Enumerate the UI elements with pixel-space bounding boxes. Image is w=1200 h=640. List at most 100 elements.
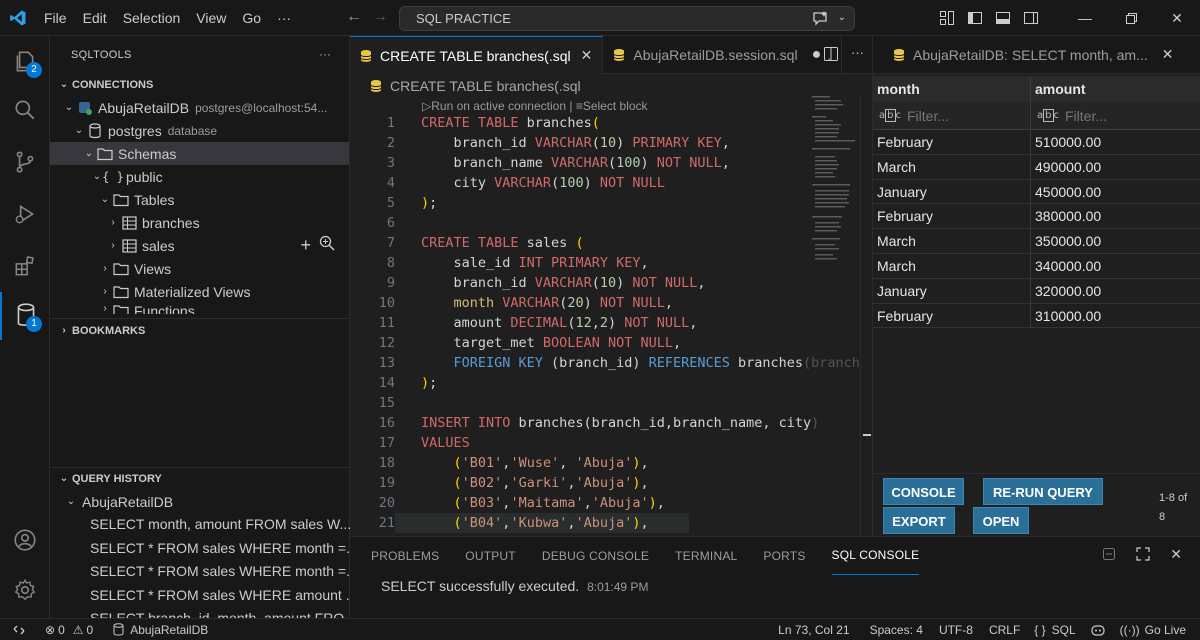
back-arrow-icon[interactable]: ← [346, 8, 362, 26]
table-item-sales[interactable]: › sales + [50, 234, 349, 257]
menu-file[interactable]: File [36, 0, 75, 36]
go-live-button[interactable]: ((·)) Go Live [1113, 619, 1200, 640]
breadcrumb[interactable]: CREATE TABLE branches(.sql [350, 74, 872, 98]
explorer-icon[interactable]: 2 [0, 38, 50, 86]
remote-icon[interactable] [0, 619, 38, 640]
database-item[interactable]: ⌄ postgres database [50, 119, 349, 142]
tab-ports[interactable]: PORTS [763, 537, 805, 575]
toggle-primary-sidebar-icon[interactable] [962, 5, 988, 31]
code-editor[interactable]: 1 CREATE TABLE branches( 2 branch_id VARC… [350, 113, 860, 533]
query-history-header[interactable]: ⌄ QUERY HISTORY [50, 468, 350, 490]
close-tab-icon[interactable]: ✕ [581, 47, 593, 64]
functions-item[interactable]: › Functions [50, 303, 349, 314]
zoom-in-icon[interactable] [319, 235, 335, 255]
column-header-amount[interactable]: amount [1031, 76, 1200, 102]
db-badge: 1 [26, 316, 42, 332]
open-button[interactable]: OPEN [973, 507, 1029, 534]
copilot-icon[interactable] [1083, 619, 1113, 640]
filter-month-input[interactable]: Filter... [907, 108, 949, 124]
history-db-item[interactable]: ⌄ AbujaRetailDB [50, 490, 350, 513]
close-panel-icon[interactable]: ✕ [1170, 547, 1182, 564]
restore-button[interactable] [1108, 0, 1154, 36]
export-button[interactable]: EXPORT [883, 507, 955, 534]
more-actions-icon[interactable]: ··· [851, 46, 864, 65]
table-row[interactable]: March 340000.00 [873, 253, 1200, 279]
toggle-secondary-sidebar-icon[interactable] [1018, 5, 1044, 31]
command-center[interactable]: SQL PRACTICE ⌄ [399, 6, 855, 31]
encoding[interactable]: UTF-8 [932, 619, 980, 640]
cursor-position[interactable]: Ln 73, Col 21 [771, 619, 856, 640]
extensions-icon[interactable] [0, 242, 50, 290]
select-block-codelens[interactable]: ≡Select block [576, 99, 648, 113]
run-debug-icon[interactable] [0, 190, 50, 238]
connections-header[interactable]: ⌄ CONNECTIONS [50, 74, 349, 96]
maximize-panel-icon[interactable] [1136, 547, 1150, 564]
end-of-line[interactable]: CRLF [982, 619, 1027, 640]
active-connection-status[interactable]: AbujaRetailDB [106, 619, 215, 640]
table-row[interactable]: January 320000.00 [873, 278, 1200, 304]
tab-create-table-branches[interactable]: CREATE TABLE branches(.sql ✕ [350, 36, 604, 74]
chevron-down-icon[interactable]: ⌄ [838, 10, 846, 29]
history-item[interactable]: SELECT * FROM sales WHERE amount ... [50, 584, 350, 608]
schema-public-item[interactable]: ⌄ { } public [50, 165, 349, 188]
run-codelens[interactable]: ▷Run on active connection [422, 99, 566, 113]
views-item[interactable]: › Views [50, 257, 349, 280]
menu-view[interactable]: View [188, 0, 234, 36]
connection-item[interactable]: ⌄ AbujaRetailDB postgres@localhost:54... [50, 96, 349, 119]
accounts-icon[interactable] [0, 516, 50, 564]
customize-layout-icon[interactable] [934, 5, 960, 31]
materialized-views-item[interactable]: › Materialized Views [50, 280, 349, 303]
source-control-icon[interactable] [0, 138, 50, 186]
minimap[interactable] [810, 94, 860, 264]
tab-debug-console[interactable]: DEBUG CONSOLE [542, 537, 649, 575]
split-editor-icon[interactable] [823, 46, 839, 65]
table-item-branches[interactable]: › branches [50, 211, 349, 234]
sqltools-database-icon[interactable]: 1 [0, 292, 50, 340]
history-item[interactable]: SELECT * FROM sales WHERE month =... [50, 560, 350, 584]
problems-status[interactable]: ⊗ 0 ⚠ 0 [38, 619, 100, 640]
filter-amount-input[interactable]: Filter... [1065, 108, 1107, 124]
tab-sql-console[interactable]: SQL CONSOLE [831, 537, 920, 575]
table-row[interactable]: February 310000.00 [873, 303, 1200, 329]
menu-selection[interactable]: Selection [115, 0, 189, 36]
clear-console-icon[interactable] [1102, 547, 1116, 564]
forward-arrow-icon[interactable]: → [372, 8, 388, 26]
tab-query-results[interactable]: AbujaRetailDB: SELECT month, am... ✕ [873, 36, 1200, 74]
table-row[interactable]: March 490000.00 [873, 154, 1200, 180]
language-mode[interactable]: { } SQL [1027, 619, 1082, 640]
rerun-query-button[interactable]: RE-RUN QUERY [983, 478, 1103, 505]
filter-amount[interactable]: abc Filter... [1031, 102, 1200, 129]
indentation[interactable]: Spaces: 4 [863, 619, 930, 640]
table-row[interactable]: March 350000.00 [873, 229, 1200, 254]
copilot-chat-icon[interactable] [812, 10, 830, 29]
tab-terminal[interactable]: TERMINAL [675, 537, 737, 575]
bookmarks-header[interactable]: › BOOKMARKS [50, 320, 350, 342]
history-item[interactable]: SELECT * FROM sales WHERE month =... [50, 537, 350, 561]
add-icon[interactable]: + [300, 235, 311, 255]
more-actions-icon[interactable]: ··· [319, 36, 331, 74]
editor-scrollbar[interactable] [860, 94, 872, 536]
tables-item[interactable]: ⌄ Tables [50, 188, 349, 211]
toggle-panel-icon[interactable] [990, 5, 1016, 31]
console-timestamp: 8:01:49 PM [587, 580, 649, 594]
search-view-icon[interactable] [0, 86, 50, 134]
close-tab-icon[interactable]: ✕ [1162, 46, 1174, 63]
table-row[interactable]: January 450000.00 [873, 179, 1200, 205]
close-window-button[interactable]: ✕ [1154, 0, 1200, 36]
menu-go[interactable]: Go [234, 0, 269, 36]
table-row[interactable]: February 380000.00 [873, 204, 1200, 230]
menu-more[interactable]: ··· [269, 0, 299, 36]
history-item[interactable]: SELECT month, amount FROM sales W... [50, 513, 350, 537]
column-header-month[interactable]: month [873, 76, 1031, 102]
minimize-button[interactable]: — [1062, 0, 1108, 36]
console-button[interactable]: CONSOLE [883, 478, 964, 505]
menu-edit[interactable]: Edit [75, 0, 115, 36]
tab-output[interactable]: OUTPUT [465, 537, 516, 575]
table-row[interactable]: February 510000.00 [873, 130, 1200, 155]
settings-gear-icon[interactable] [0, 566, 50, 614]
schemas-item[interactable]: ⌄ Schemas [50, 142, 349, 165]
chevron-down-icon: ⌄ [74, 125, 84, 136]
tab-problems[interactable]: PROBLEMS [371, 537, 439, 575]
tab-session-sql[interactable]: AbujaRetailDB.session.sql ● . [603, 36, 843, 74]
filter-month[interactable]: abc Filter... [873, 102, 1031, 129]
